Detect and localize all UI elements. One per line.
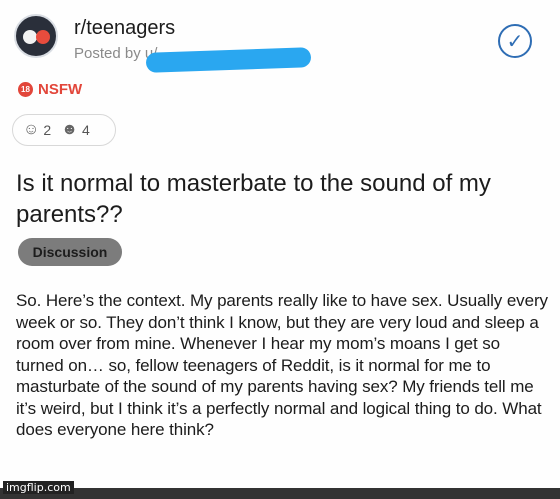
post-screenshot: r/teenagers Posted by u/ ✓ 18 NSFW ☺ 2 ☻… (0, 0, 560, 499)
footer-bar (0, 488, 560, 499)
post-title[interactable]: Is it normal to masterbate to the sound … (16, 168, 536, 230)
award-icon: ☺ (23, 121, 40, 138)
nsfw-tag: 18 NSFW (18, 81, 82, 98)
awards-bar[interactable]: ☺ 2 ☻ 4 (12, 114, 116, 146)
post-body: So. Here’s the context. My parents reall… (16, 291, 548, 439)
award-count: 4 (81, 122, 90, 138)
avatar-figure (36, 30, 50, 44)
redaction-mark (145, 47, 312, 73)
post-header: r/teenagers Posted by u/ ✓ (14, 10, 544, 73)
posted-by: Posted by u/ (74, 45, 158, 62)
award-count: 2 (43, 122, 52, 138)
nsfw-label: NSFW (38, 81, 83, 98)
avatar-figure (23, 30, 37, 44)
nsfw-badge-icon: 18 (18, 82, 33, 97)
post-flair[interactable]: Discussion (18, 238, 122, 266)
subreddit-name[interactable]: r/teenagers (74, 17, 175, 40)
subreddit-avatar[interactable] (14, 14, 58, 58)
watermark: imgflip.com (3, 481, 74, 494)
award-icon: ☻ (61, 121, 78, 138)
check-circle-icon[interactable]: ✓ (498, 24, 532, 58)
